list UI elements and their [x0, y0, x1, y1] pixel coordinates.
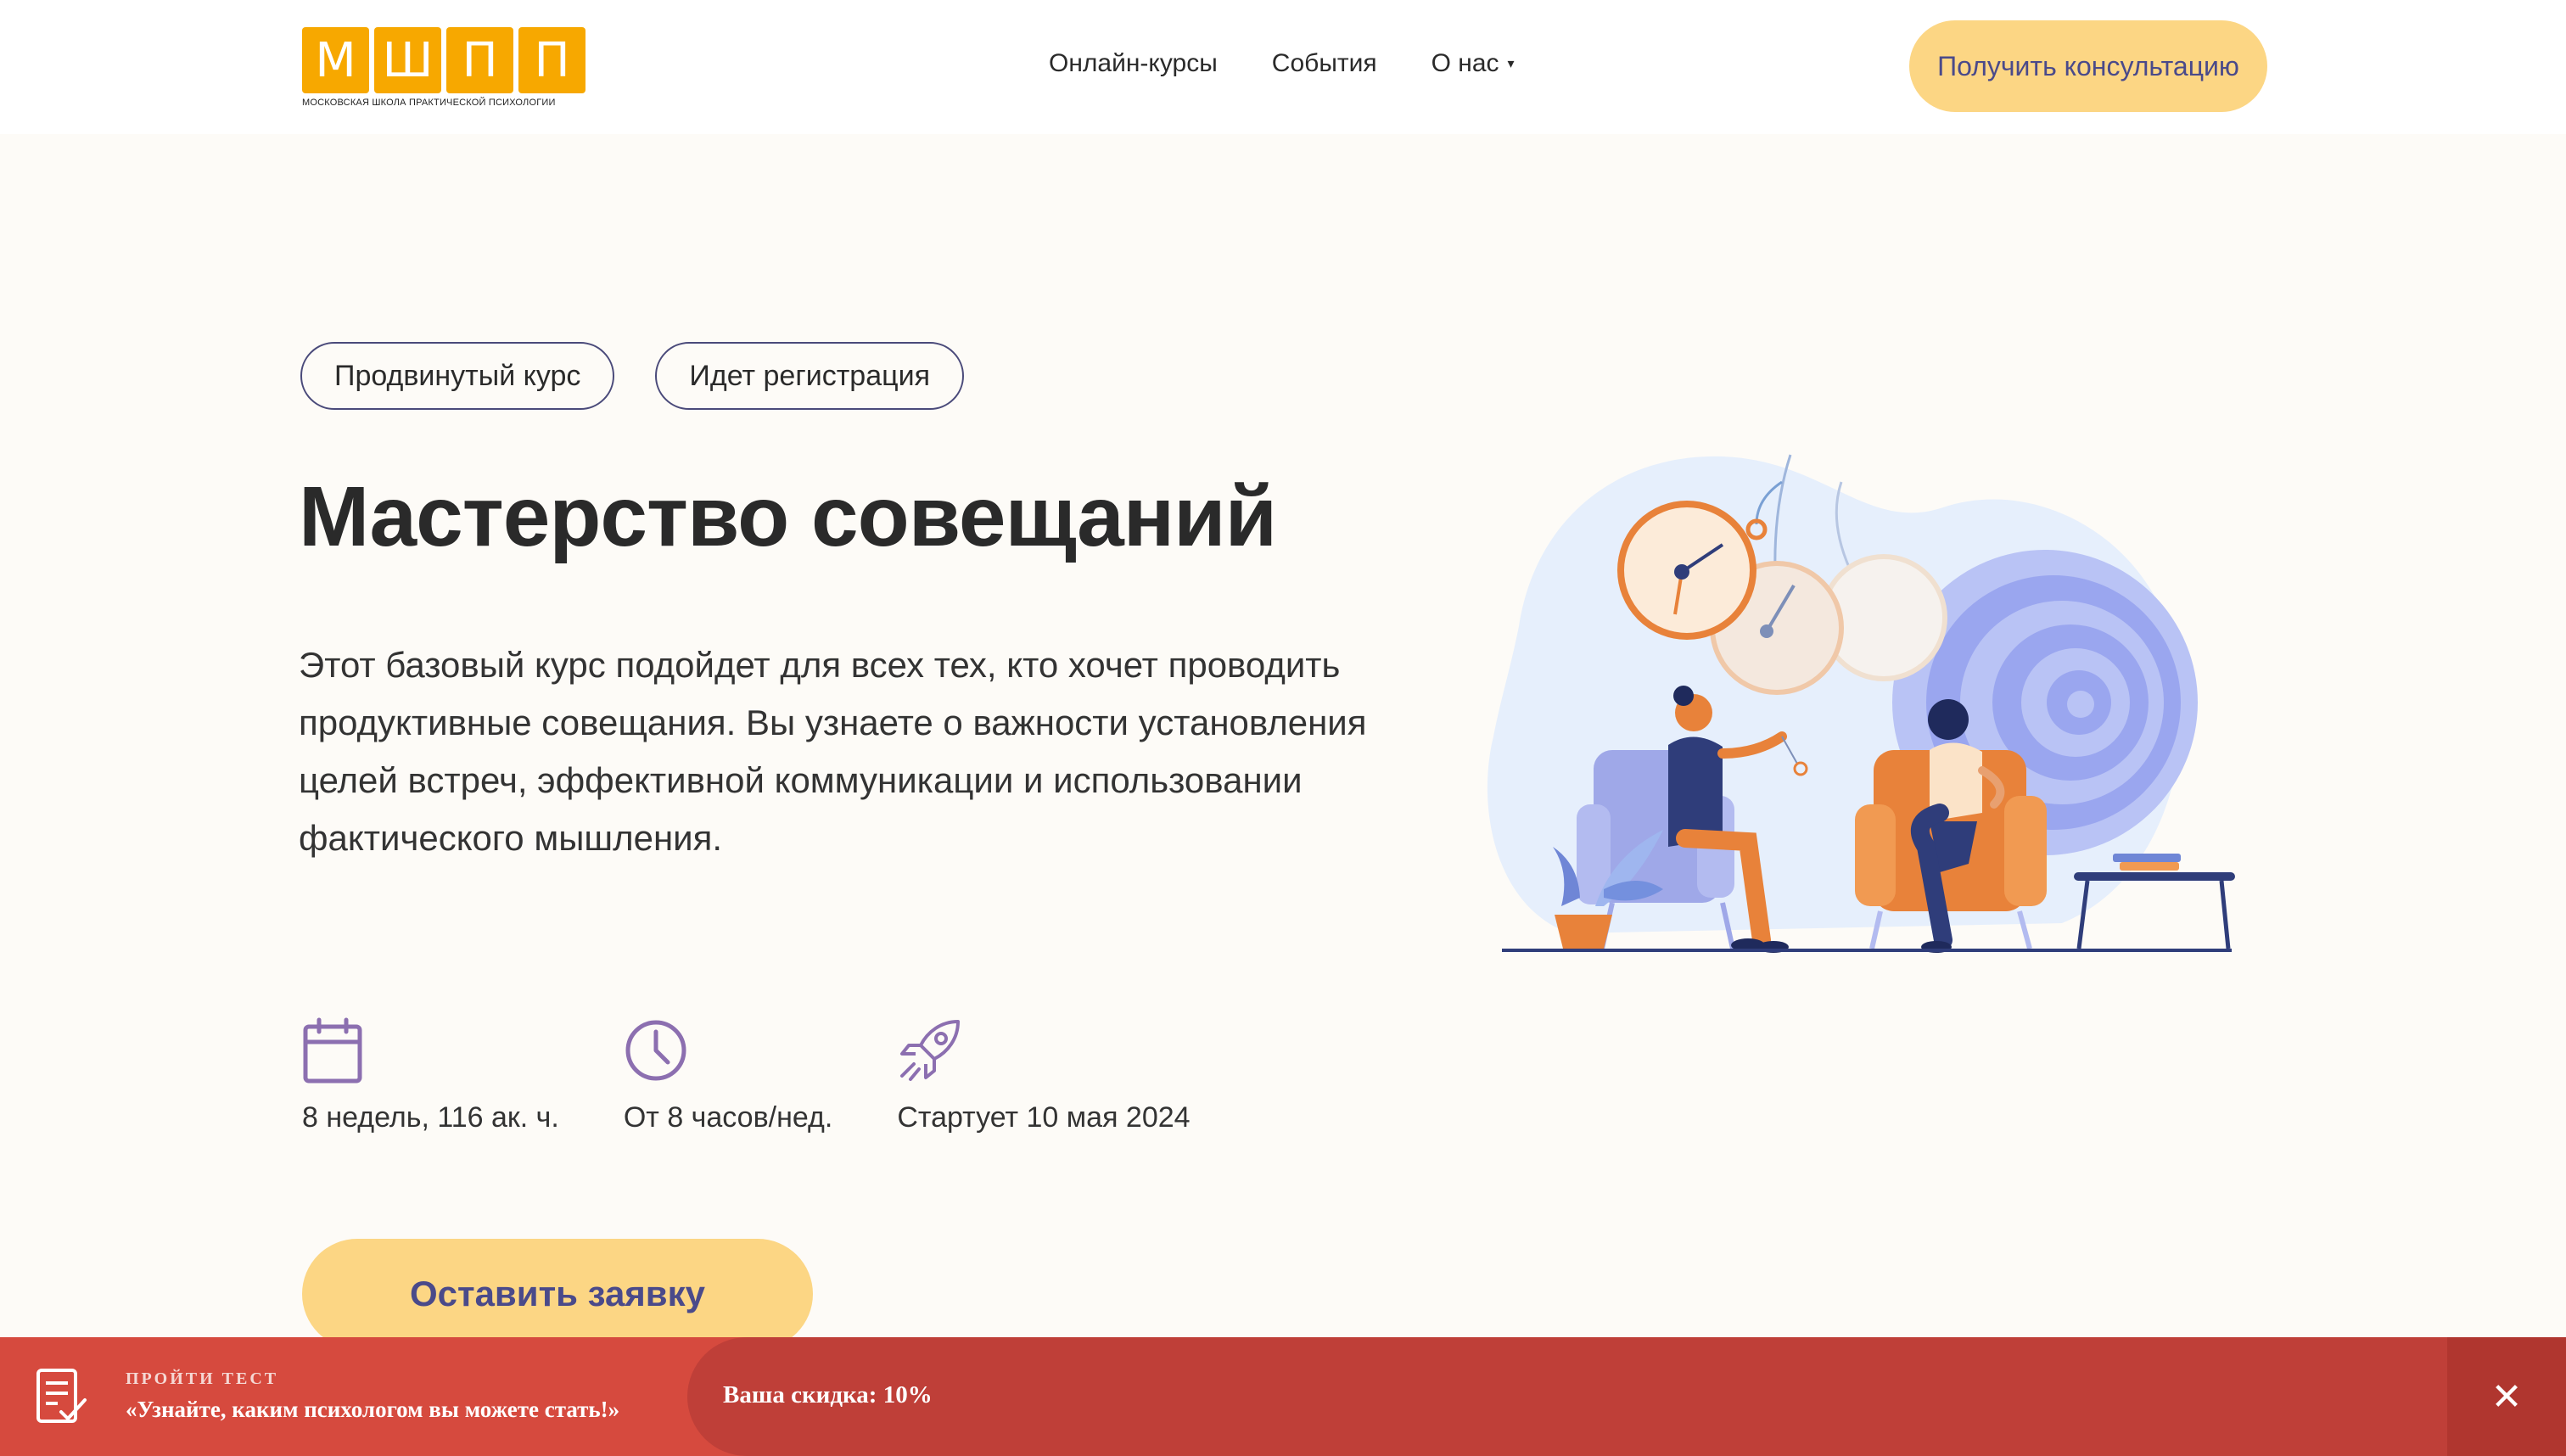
quiz-banner[interactable]: ПРОЙТИ ТЕСТ «Узнайте, каким психологом в…	[0, 1337, 2566, 1456]
meta-hours: От 8 часов/нед.	[624, 1016, 832, 1134]
page: М Ш П П МОСКОВСКАЯ ШКОЛА ПРАКТИЧЕСКОЙ ПС…	[0, 0, 2566, 1456]
nav-item-events[interactable]: События	[1272, 49, 1377, 78]
close-banner-button[interactable]: ✕	[2447, 1337, 2566, 1456]
header: М Ш П П МОСКОВСКАЯ ШКОЛА ПРАКТИЧЕСКОЙ ПС…	[0, 0, 2566, 134]
hero-illustration	[1487, 454, 2235, 953]
close-icon: ✕	[2490, 1375, 2523, 1418]
banner-label: ПРОЙТИ ТЕСТ	[126, 1369, 279, 1388]
logo-tile: П	[446, 27, 513, 93]
nav-item-label: События	[1271, 49, 1377, 77]
banner-text: «Узнайте, каким психологом вы можете ста…	[126, 1397, 620, 1422]
meta-duration: 8 недель, 116 ак. ч.	[302, 1016, 559, 1134]
apply-button[interactable]: Оставить заявку	[302, 1239, 813, 1349]
meta-duration-text: 8 недель, 116 ак. ч.	[302, 1101, 559, 1134]
rocket-icon	[900, 1020, 961, 1081]
meta-start-text: Стартует 10 мая 2024	[897, 1101, 1191, 1134]
course-tags: Продвинутый курс Идет регистрация	[300, 342, 964, 410]
calendar-icon	[303, 1017, 362, 1084]
nav-item-online-courses[interactable]: Онлайн-курсы	[1049, 49, 1218, 78]
logo-tile: П	[518, 27, 585, 93]
discount-text: Ваша скидка: 10%	[723, 1381, 933, 1408]
page-title: Мастерство совещаний	[299, 469, 1277, 564]
main-nav: Онлайн-курсы События О нас ▾	[1049, 49, 1515, 78]
nav-item-about[interactable]: О нас ▾	[1431, 49, 1515, 78]
get-consultation-button[interactable]: Получить консультацию	[1909, 20, 2267, 112]
checklist-icon	[36, 1369, 87, 1423]
tag-level: Продвинутый курс	[300, 342, 615, 410]
clock-icon	[625, 1020, 686, 1081]
meta-hours-text: От 8 часов/нед.	[623, 1101, 833, 1134]
nav-item-label: О нас	[1431, 49, 1499, 77]
nav-item-label: Онлайн-курсы	[1049, 49, 1218, 77]
discount-block: Ваша скидка: 10%	[687, 1337, 2447, 1456]
logo-tile: Ш	[374, 27, 441, 93]
logo-tiles: М Ш П П	[302, 27, 585, 93]
tag-status: Идет регистрация	[655, 342, 964, 410]
course-description: Этот базовый курс подойдет для всех тех,…	[299, 645, 1367, 858]
course-meta: 8 недель, 116 ак. ч. От 8 часов/нед. Ста…	[302, 1016, 1255, 1134]
logo-caption: МОСКОВСКАЯ ШКОЛА ПРАКТИЧЕСКОЙ ПСИХОЛОГИИ	[302, 98, 556, 108]
logo[interactable]: М Ш П П МОСКОВСКАЯ ШКОЛА ПРАКТИЧЕСКОЙ ПС…	[302, 27, 585, 112]
logo-tile: М	[302, 27, 369, 93]
meta-start: Стартует 10 мая 2024	[897, 1016, 1191, 1134]
caret-down-icon: ▾	[1507, 57, 1515, 71]
